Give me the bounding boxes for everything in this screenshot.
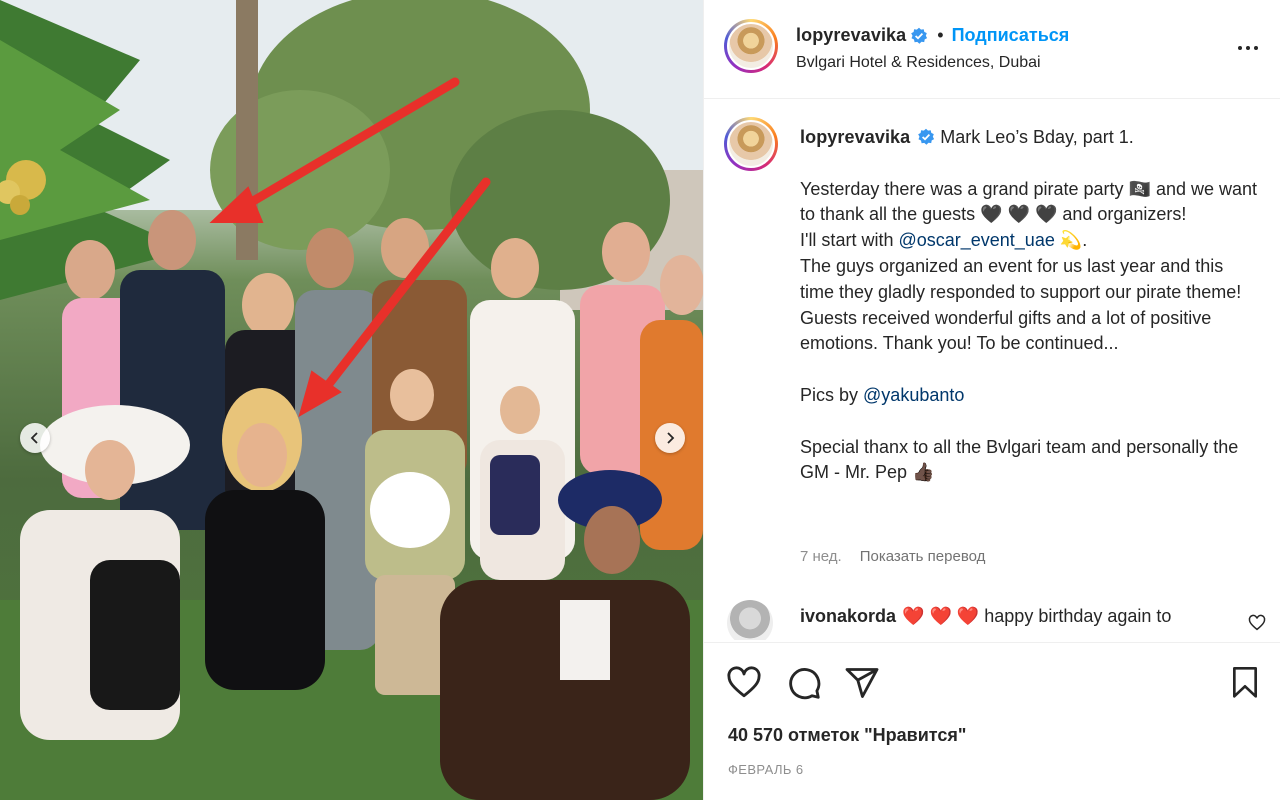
chevron-right-icon bbox=[667, 432, 675, 444]
post-age[interactable]: 7 нед. bbox=[800, 548, 842, 565]
prev-photo-button[interactable] bbox=[20, 423, 50, 453]
caption-paragraph-1: Yesterday there was a grand pirate party… bbox=[800, 178, 1258, 225]
header-separator: • bbox=[937, 25, 944, 45]
post-date: ФЕВРАЛЬ 6 bbox=[728, 762, 804, 777]
post-location[interactable]: Bvlgari Hotel & Residences, Dubai bbox=[796, 54, 1041, 72]
caption-pics-credit: Pics by @yakubanto bbox=[800, 384, 965, 405]
more-dots-icon[interactable] bbox=[1236, 36, 1260, 60]
verified-badge-icon bbox=[918, 128, 935, 145]
verified-badge-icon bbox=[911, 27, 928, 44]
heart-icon[interactable] bbox=[726, 665, 762, 701]
comment-heart-icon[interactable] bbox=[1248, 614, 1266, 632]
mention-link-yakubanto[interactable]: @yakubanto bbox=[863, 385, 964, 405]
post-caption: lopyrevavika Mark Leo’s Bday, part 1. Ye… bbox=[800, 125, 1260, 486]
mention-link-oscar[interactable]: @oscar_event_uae bbox=[898, 230, 1054, 250]
caption-author-avatar[interactable] bbox=[724, 117, 778, 171]
comment-username[interactable]: ivonakorda bbox=[800, 606, 896, 626]
translate-button[interactable]: Показать перевод bbox=[860, 548, 986, 565]
caption-username[interactable]: lopyrevavika bbox=[800, 127, 910, 147]
caption-paragraph-2: I'll start with @oscar_event_uae 💫. bbox=[800, 230, 1088, 251]
caption-paragraph-3: The guys organized an event for us last … bbox=[800, 255, 1242, 354]
next-photo-button[interactable] bbox=[655, 423, 685, 453]
caption-thanks: Special thanx to all the Bvlgari team an… bbox=[800, 436, 1239, 483]
commenter-avatar[interactable] bbox=[727, 600, 773, 640]
send-icon[interactable] bbox=[844, 665, 880, 701]
comment-item: ivonakorda ❤️ ❤️ ❤️ happy birthday again … bbox=[724, 600, 1264, 640]
caption-scroll-area[interactable]: lopyrevavika Mark Leo’s Bday, part 1. Ye… bbox=[704, 100, 1280, 640]
follow-button[interactable]: Подписаться bbox=[952, 25, 1070, 46]
caption-meta: 7 нед. Показать перевод bbox=[800, 548, 985, 565]
party-photo-illustration bbox=[0, 0, 703, 800]
author-avatar[interactable] bbox=[724, 19, 778, 73]
post-actions: 40 570 отметок "Нравится" ФЕВРАЛЬ 6 bbox=[704, 642, 1280, 800]
bookmark-icon[interactable] bbox=[1229, 665, 1261, 701]
post-side-panel: lopyrevavika • Подписаться Bvlgari Hotel… bbox=[703, 0, 1280, 800]
post-header: lopyrevavika • Подписаться Bvlgari Hotel… bbox=[704, 0, 1280, 99]
chevron-left-icon bbox=[30, 432, 38, 444]
caption-title: Mark Leo’s Bday, part 1. bbox=[940, 127, 1134, 147]
comment-text: ❤️ ❤️ ❤️ happy birthday again to bbox=[902, 606, 1172, 626]
post-photo[interactable] bbox=[0, 0, 703, 800]
comment-icon[interactable] bbox=[786, 665, 822, 701]
likes-count[interactable]: 40 570 отметок "Нравится" bbox=[728, 725, 966, 746]
author-username[interactable]: lopyrevavika bbox=[796, 25, 906, 46]
